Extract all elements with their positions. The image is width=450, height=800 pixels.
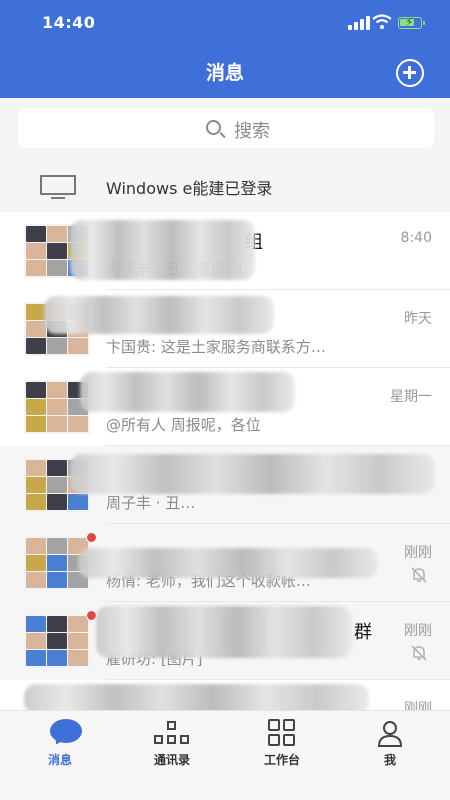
tab-me[interactable]: 我: [334, 711, 446, 800]
signal-icon: [348, 16, 370, 30]
redacted-blur: [80, 372, 295, 412]
redacted-blur: [70, 454, 435, 494]
redacted-blur: [96, 606, 352, 658]
chat-preview: 周子丰 · 丑…: [106, 494, 196, 512]
chat-row[interactable]: @所有人 周报呢，各位 星期一: [0, 368, 450, 446]
search-placeholder: 搜索: [234, 121, 270, 142]
redacted-blur: [24, 684, 369, 710]
tab-label: 工作台: [263, 753, 300, 767]
message-icon: [50, 719, 82, 743]
tab-label: 消息: [47, 753, 72, 767]
desktop-login-notice[interactable]: Windows e能建已登录: [0, 160, 450, 212]
monitor-icon: [40, 175, 76, 199]
chat-row[interactable]: 刚刚: [0, 680, 450, 710]
tab-messages[interactable]: 消息: [4, 711, 116, 800]
chat-name: 群: [354, 622, 372, 643]
status-bar: 14:40 ⚡: [0, 0, 450, 46]
chat-time: 刚刚: [404, 545, 432, 561]
group-avatar: [24, 614, 90, 668]
add-button[interactable]: [396, 59, 424, 87]
bottom-tab-bar: 消息 通讯录 工作台 我: [0, 710, 450, 800]
tab-workbench[interactable]: 工作台: [226, 711, 338, 800]
login-notice-text: Windows e能建已登录: [106, 179, 273, 198]
search-icon: [206, 120, 221, 135]
chat-list: 组 周子丰 · 丑…零员: 1 8:40 卞国贵: 这是土家服务商联系方… 昨天…: [0, 212, 450, 710]
battery-icon: ⚡: [398, 15, 425, 29]
unread-badge: [86, 532, 97, 543]
redacted-blur: [70, 220, 255, 280]
chat-preview: 卞国贵: 这是土家服务商联系方…: [106, 338, 326, 356]
chat-time: 8:40: [400, 230, 432, 246]
chat-time: 昨天: [404, 311, 432, 327]
mute-icon: [411, 567, 427, 583]
chat-row[interactable]: 群 雇研坊: [图片] 刚刚: [0, 602, 450, 680]
chat-time: 刚刚: [404, 623, 432, 639]
status-time: 14:40: [42, 13, 96, 32]
tab-contacts[interactable]: 通讯录: [116, 711, 228, 800]
tab-label: 我: [383, 753, 396, 767]
profile-icon: [377, 721, 403, 747]
chat-row[interactable]: 杨情: 老师，我们这个收款帐… 刚刚: [0, 524, 450, 602]
contacts-icon: [154, 721, 190, 747]
redacted-blur: [78, 548, 378, 578]
wifi-icon: [372, 14, 392, 29]
redacted-blur: [44, 296, 274, 334]
search-input[interactable]: 搜索: [18, 108, 434, 148]
page-title: 消息: [205, 62, 244, 84]
mute-icon: [411, 645, 427, 661]
chat-time: 刚刚: [404, 701, 432, 710]
title-bar: 消息: [0, 46, 450, 98]
chat-row[interactable]: 组 周子丰 · 丑…零员: 1 8:40: [0, 212, 450, 290]
chat-preview: @所有人 周报呢，各位: [106, 416, 261, 434]
tab-label: 通讯录: [153, 753, 190, 767]
chat-time: 星期一: [390, 389, 432, 405]
chat-row[interactable]: 周子丰 · 丑…: [0, 446, 450, 524]
chat-row[interactable]: 卞国贵: 这是土家服务商联系方… 昨天: [0, 290, 450, 368]
workbench-icon: [268, 719, 296, 747]
search-area: 搜索: [0, 98, 450, 160]
